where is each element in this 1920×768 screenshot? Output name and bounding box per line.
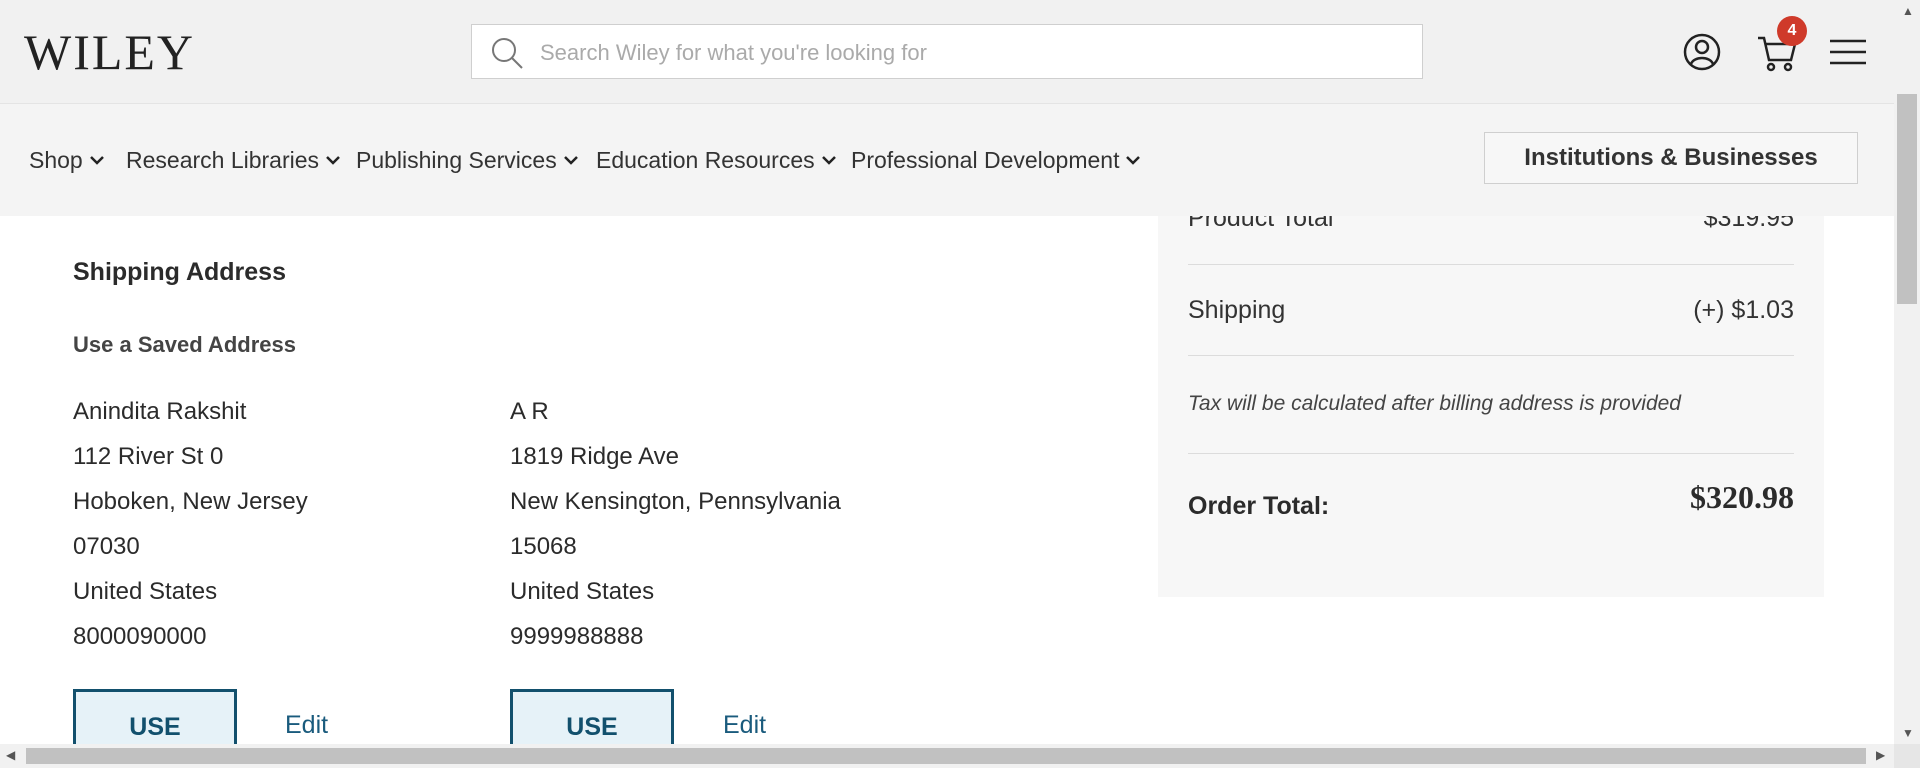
edit-address-link[interactable]: Edit [285, 711, 328, 740]
edit-address-link[interactable]: Edit [723, 711, 766, 740]
address-zip: 15068 [510, 533, 577, 560]
scrollbar-corner [1894, 744, 1920, 768]
nav-item-label: Shop [29, 147, 83, 173]
address-city-state: New Kensington, Pennsylvania [510, 488, 841, 515]
address-country: United States [73, 578, 218, 605]
vertical-scroll-thumb[interactable] [1897, 94, 1917, 304]
nav-item-label: Professional Development [851, 147, 1120, 173]
scroll-down-icon[interactable]: ▼ [1902, 726, 1914, 740]
address-country: United States [510, 578, 655, 605]
chevron-down-icon [89, 156, 104, 165]
order-total-label: Order Total: [1188, 492, 1330, 520]
chevron-down-icon [1126, 156, 1141, 165]
address-city-state: Hoboken, New Jersey [73, 488, 308, 515]
saved-address-card: Anindita Rakshit 112 River St 0 Hoboken,… [73, 394, 308, 664]
summary-divider [1188, 264, 1794, 265]
wiley-logo[interactable]: WILEY [24, 26, 195, 78]
cart-count-badge: 4 [1777, 16, 1807, 46]
nav-item-research-libraries[interactable]: Research Libraries [126, 146, 341, 174]
scroll-up-icon[interactable]: ▲ [1902, 4, 1914, 18]
menu-icon[interactable] [1826, 28, 1870, 74]
search-input[interactable] [538, 35, 1402, 71]
order-total-value: $320.98 [1690, 479, 1794, 515]
saved-address-card: A R 1819 Ridge Ave New Kensington, Penns… [510, 394, 841, 664]
address-phone: 8000090000 [73, 623, 207, 650]
chevron-down-icon [326, 156, 340, 165]
chevron-down-icon [563, 156, 578, 165]
address-street: 112 River St 0 [73, 443, 224, 470]
saved-address-subtitle: Use a Saved Address [73, 332, 296, 357]
shipping-value: (+) $1.03 [1693, 296, 1794, 324]
summary-divider [1188, 355, 1794, 356]
address-phone: 9999988888 [510, 623, 644, 650]
scroll-left-icon[interactable]: ◀ [6, 748, 15, 762]
address-street: 1819 Ridge Ave [510, 443, 680, 470]
summary-divider [1188, 453, 1794, 454]
address-name: Anindita Rakshit [73, 398, 247, 425]
address-zip: 07030 [73, 533, 140, 560]
nav-item-label: Education Resources [596, 147, 815, 173]
address-name: A R [510, 398, 549, 425]
horizontal-scroll-thumb[interactable] [26, 748, 1866, 764]
nav-item-education-resources[interactable]: Education Resources [596, 146, 837, 174]
tax-note: Tax will be calculated after billing add… [1188, 392, 1681, 415]
nav-item-shop[interactable]: Shop [29, 146, 105, 174]
nav-item-label: Research Libraries [126, 147, 320, 173]
shipping-row: Shipping (+) $1.03 [1188, 296, 1794, 325]
shipping-label: Shipping [1188, 296, 1286, 324]
account-icon[interactable] [1680, 28, 1724, 74]
scroll-right-icon[interactable]: ▶ [1876, 748, 1885, 762]
chevron-down-icon [821, 156, 836, 165]
search-bar[interactable] [471, 24, 1423, 79]
search-icon[interactable] [490, 36, 524, 70]
nav-item-publishing-services[interactable]: Publishing Services [356, 146, 579, 174]
shipping-address-title: Shipping Address [73, 258, 286, 286]
nav-item-professional-development[interactable]: Professional Development [851, 146, 1141, 174]
nav-item-label: Publishing Services [356, 147, 557, 173]
institutions-businesses-button[interactable]: Institutions & Businesses [1484, 132, 1858, 184]
